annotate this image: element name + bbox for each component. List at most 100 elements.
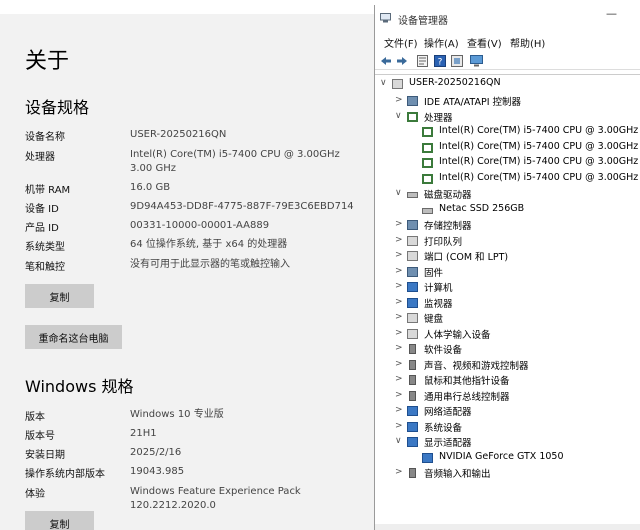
tree-node-label: 显示适配器 [424, 438, 472, 449]
expand-arrow-icon[interactable]: > [395, 219, 403, 229]
computer-icon [407, 282, 418, 292]
spec-value: USER-20250216QN [130, 129, 227, 140]
menu-bar: 文件(F) 操作(A) 查看(V) 帮助(H) [375, 34, 640, 50]
spec-row-version: 版本号 21H1 [25, 427, 370, 445]
spec-value: Windows Feature Experience Pack 120.2212… [130, 486, 301, 511]
spec-value: 16.0 GB [130, 182, 171, 193]
expand-arrow-icon[interactable]: > [395, 405, 403, 415]
tree-node-label: Intel(R) Core(TM) i5-7400 CPU @ 3.00GHz [439, 172, 639, 183]
svg-text:?: ? [437, 57, 442, 67]
page-title: 关于 [25, 49, 70, 74]
disk-drive-icon [407, 192, 418, 198]
rename-pc-button[interactable]: 重命名这台电脑 [25, 325, 122, 349]
spec-key: 版本号 [25, 431, 55, 442]
expand-arrow-icon[interactable]: > [395, 467, 403, 477]
tree-node-label: 软件设备 [424, 345, 463, 356]
spec-row-install-date: 安装日期 2025/2/16 [25, 446, 370, 464]
properties-icon[interactable] [416, 54, 429, 67]
spec-value: Intel(R) Core(TM) i5-7400 CPU @ 3.00GHz … [130, 149, 340, 174]
expand-arrow-icon[interactable]: > [395, 281, 403, 291]
storage-controller-icon [407, 220, 418, 230]
tree-node-label: 人体学输入设备 [424, 330, 491, 341]
system-device-icon [407, 422, 418, 432]
tree-node-label: 端口 (COM 和 LPT) [424, 252, 509, 263]
collapse-arrow-icon[interactable]: ∨ [395, 436, 403, 446]
menu-help[interactable]: 帮助(H) [510, 35, 545, 50]
device-tree: ∨ USER-20250216QN > IDE ATA/ATAPI 控制器 ∨ … [375, 74, 640, 530]
expand-arrow-icon[interactable]: > [395, 235, 403, 245]
expand-arrow-icon[interactable]: > [395, 343, 403, 353]
tree-node-label: 打印队列 [424, 237, 463, 248]
expand-arrow-icon[interactable]: > [395, 250, 403, 260]
expand-arrow-icon[interactable]: > [395, 266, 403, 276]
device-spec-heading: 设备规格 [25, 98, 90, 117]
tree-node-label: Intel(R) Core(TM) i5-7400 CPU @ 3.00GHz [439, 156, 639, 167]
spec-value: 9D94A453-DD8F-4775-887F-79E3C6EBD714 [130, 201, 354, 212]
tree-node-label: Intel(R) Core(TM) i5-7400 CPU @ 3.00GHz [439, 125, 639, 136]
network-adapter-icon [407, 406, 418, 416]
expand-arrow-icon[interactable]: > [395, 328, 403, 338]
back-arrow-icon[interactable] [379, 54, 392, 67]
device-manager-icon [380, 13, 391, 23]
spec-row-os-build: 操作系统内部版本 19043.985 [25, 465, 370, 483]
processor-icon [422, 174, 433, 184]
disk-drive-icon [422, 208, 433, 214]
spec-row-system-type: 系统类型 64 位操作系统, 基于 x64 的处理器 [25, 238, 370, 256]
menu-file[interactable]: 文件(F) [384, 35, 418, 50]
tree-node-label: NVIDIA GeForce GTX 1050 [439, 451, 564, 462]
collapse-arrow-icon[interactable]: ∨ [395, 188, 403, 198]
expand-arrow-icon[interactable]: > [395, 95, 403, 105]
keyboard-icon [407, 313, 418, 323]
spec-key: 版本 [25, 412, 45, 423]
spec-row-product-id: 产品 ID 00331-10000-00001-AA889 [25, 219, 370, 237]
spec-value: 00331-10000-00001-AA889 [130, 220, 270, 231]
title-bar: 设备管理器 — [375, 5, 640, 31]
spec-value: 19043.985 [130, 466, 185, 477]
expand-arrow-icon[interactable]: > [395, 359, 403, 369]
scan-icon[interactable] [450, 54, 463, 67]
spec-key: 设备名称 [25, 132, 65, 143]
spec-value: 2025/2/16 [130, 447, 182, 458]
expand-arrow-icon[interactable]: > [395, 312, 403, 322]
tree-node-label: 声音、视频和游戏控制器 [424, 361, 529, 372]
expand-arrow-icon[interactable]: > [395, 390, 403, 400]
spec-key: 笔和触控 [25, 262, 65, 273]
tree-node-label: 计算机 [424, 283, 453, 294]
monitor-icon[interactable] [470, 54, 483, 67]
help-icon[interactable]: ? [433, 54, 446, 67]
copy-windows-button[interactable]: 复制 [25, 511, 94, 530]
collapse-arrow-icon[interactable]: ∨ [380, 78, 388, 88]
expand-arrow-icon[interactable]: > [395, 374, 403, 384]
tree-node-label: 鼠标和其他指针设备 [424, 376, 510, 387]
spec-row-experience: 体验 Windows Feature Experience Pack 120.2… [25, 485, 370, 511]
spec-value: 64 位操作系统, 基于 x64 的处理器 [130, 239, 288, 250]
spec-row-pen-touch: 笔和触控 没有可用于此显示器的笔或触控输入 [25, 258, 370, 276]
device-manager-window: 设备管理器 — 文件(F) 操作(A) 查看(V) 帮助(H) ? ∨ USER… [374, 5, 640, 530]
spec-value: 21H1 [130, 428, 157, 439]
tree-node-label: 处理器 [424, 113, 453, 124]
spec-value: Windows 10 专业版 [130, 409, 224, 420]
top-bar [0, 0, 375, 14]
copy-button[interactable]: 复制 [25, 284, 94, 308]
spec-row-device-id: 设备 ID 9D94A453-DD8F-4775-887F-79E3C6EBD7… [25, 200, 370, 218]
tree-node-label: 音频输入和输出 [424, 469, 491, 480]
windows-spec-heading: Windows 规格 [25, 377, 134, 396]
tree-node-label: IDE ATA/ATAPI 控制器 [424, 97, 522, 108]
expand-arrow-icon[interactable]: > [395, 421, 403, 431]
tree-node-label: 键盘 [424, 314, 444, 325]
tree-node-label: Netac SSD 256GB [439, 203, 525, 214]
forward-arrow-icon[interactable] [395, 54, 408, 67]
tree-node-label: 通用串行总线控制器 [424, 392, 510, 403]
processor-icon [407, 112, 418, 122]
tree-node-label: USER-20250216QN [409, 77, 501, 88]
menu-view[interactable]: 查看(V) [467, 35, 502, 50]
minimize-button[interactable]: — [606, 7, 617, 20]
expand-arrow-icon[interactable]: > [395, 297, 403, 307]
spec-row-ram: 机带 RAM 16.0 GB [25, 181, 370, 199]
toolbar: ? [375, 53, 640, 70]
horizontal-scrollbar[interactable] [375, 524, 640, 530]
collapse-arrow-icon[interactable]: ∨ [395, 111, 403, 121]
tree-node-label: 磁盘驱动器 [424, 190, 472, 201]
menu-action[interactable]: 操作(A) [424, 35, 459, 50]
ide-controller-icon [407, 96, 418, 106]
